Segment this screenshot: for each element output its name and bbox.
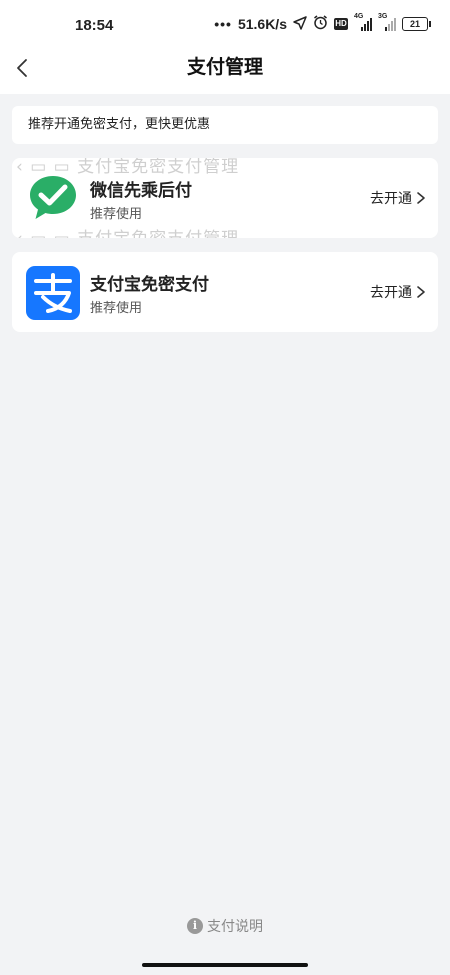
card-subtitle: 推荐使用 [90,207,143,222]
more-dots: ••• [214,16,232,32]
location-arrow-icon [293,15,307,33]
page-title: 支付管理 [186,56,263,78]
chevron-right-icon [417,286,425,298]
open-button-label: 去开通 [370,285,412,301]
help-label: 支付说明 [207,919,263,935]
network-speed: 51.6K/s [237,16,287,32]
battery-icon: 21 [402,17,431,31]
hd-icon: HD [334,18,348,30]
promo-banner: 推荐开通免密支付，更快更优惠 [12,106,438,144]
home-indicator[interactable] [142,963,308,967]
wechat-pay-icon [26,172,80,226]
open-button-label: 去开通 [370,191,412,207]
alipay-icon [26,266,80,320]
alipay-card[interactable]: 支付宝免密支付 推荐使用 去开通 [12,252,438,332]
payment-help-link[interactable]: i 支付说明 [0,916,450,936]
status-time: 18:54 [75,17,114,34]
open-wechat-pay-button[interactable]: 去开通 [370,188,426,208]
open-alipay-button[interactable]: 去开通 [370,282,426,302]
card-title: 微信先乘后付 [90,181,192,201]
alarm-icon [313,15,328,33]
card-subtitle: 推荐使用 [90,301,143,316]
status-icons: ••• 51.6K/s HD 4G 3G 21 [214,13,431,33]
wechat-pay-card[interactable]: ‹ ▭ ▭ 支付宝免密支付管理 ‹ ▭ ▭ 支付宝免密支付管理 微信先乘后付 推… [12,158,438,238]
card-title: 支付宝免密支付 [90,275,209,295]
chevron-right-icon [417,192,425,204]
ghost-text-bottom: ‹ ▭ ▭ 支付宝免密支付管理 [16,224,239,238]
status-bar: 18:54 ••• 51.6K/s HD 4G 3G 21 [0,0,450,50]
page-header: 支付管理 [0,50,450,94]
info-icon: i [187,918,203,934]
signal-3g-icon: 3G [378,13,396,31]
signal-4g-icon: 4G [354,13,372,31]
